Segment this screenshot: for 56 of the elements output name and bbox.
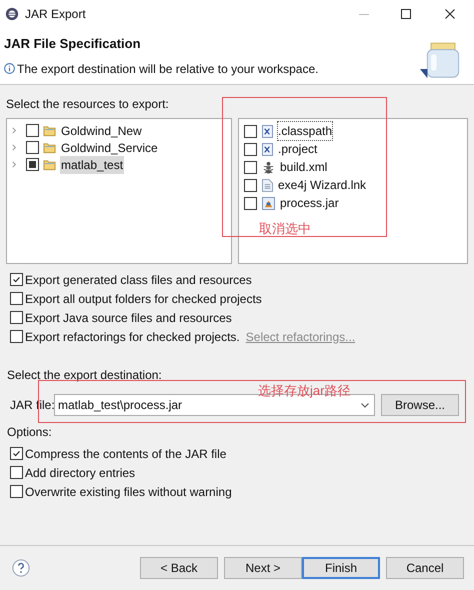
checkbox[interactable] — [26, 124, 39, 137]
checkbox[interactable] — [26, 141, 39, 154]
document-icon — [262, 178, 273, 192]
browse-button[interactable]: Browse... — [381, 394, 459, 416]
section-label: Select the resources to export: — [6, 97, 169, 111]
xml-file-icon — [262, 124, 273, 138]
project-folder-icon — [43, 124, 56, 137]
option-label: Export all output folders for checked projects — [25, 290, 262, 308]
checkbox[interactable] — [244, 196, 257, 210]
dialog-button[interactable]: Finish — [302, 557, 380, 579]
info-message: The export destination will be relative to your workspace. — [17, 60, 318, 78]
dialog-button[interactable]: Cancel — [386, 557, 464, 579]
file-item[interactable]: exe4j Wizard.lnk — [278, 176, 366, 194]
tree-item[interactable]: Goldwind_Service — [60, 138, 159, 156]
dropdown-icon — [361, 402, 369, 408]
project-folder-icon — [43, 158, 56, 171]
option-label: Export generated class files and resources — [25, 272, 252, 288]
file-item[interactable]: build.xml — [280, 158, 328, 176]
file-item[interactable]: .project — [278, 140, 318, 158]
close-icon[interactable] — [445, 9, 455, 19]
checkbox[interactable] — [10, 485, 23, 498]
jar-file-icon — [262, 196, 275, 210]
checkbox[interactable] — [10, 311, 23, 324]
option-label: Add directory entries — [25, 464, 136, 482]
checkbox[interactable] — [10, 273, 23, 286]
option-label: Export refactorings for checked projects. — [25, 328, 240, 346]
checkbox[interactable] — [10, 292, 23, 305]
dialog-button[interactable]: < Back — [140, 557, 218, 579]
checkbox[interactable] — [244, 160, 257, 174]
file-item[interactable]: .classpath — [278, 122, 332, 140]
project-folder-icon — [43, 141, 56, 154]
ant-icon — [262, 160, 275, 174]
checkbox[interactable] — [244, 178, 257, 192]
info-icon — [4, 63, 15, 74]
checkbox[interactable] — [10, 466, 23, 479]
option-label: Export Java source files and resources — [25, 310, 232, 326]
checkbox[interactable] — [26, 158, 39, 171]
option-label: Overwrite existing files without warning — [25, 484, 232, 500]
xml-file-icon — [262, 142, 273, 156]
file-item[interactable]: process.jar — [280, 194, 339, 212]
checkbox[interactable] — [244, 124, 257, 138]
checkbox[interactable] — [10, 447, 23, 460]
page-title: JAR File Specification — [4, 35, 142, 53]
tree-item[interactable]: matlab_test — [60, 156, 124, 174]
checkbox[interactable] — [10, 330, 23, 343]
eclipse-icon — [5, 7, 19, 21]
section-label: Options: — [7, 425, 52, 439]
section-label: Select the export destination: — [7, 368, 162, 382]
annotation-text: 取消选中 — [259, 220, 311, 238]
checkbox[interactable] — [244, 142, 257, 156]
help-icon[interactable] — [12, 559, 30, 577]
window-title: JAR Export — [25, 6, 86, 23]
maximize-icon[interactable] — [401, 9, 411, 19]
option-label: Compress the contents of the JAR file — [25, 446, 226, 462]
dialog-button[interactable]: Next > — [224, 557, 302, 579]
tree-item[interactable]: Goldwind_New — [60, 122, 143, 140]
